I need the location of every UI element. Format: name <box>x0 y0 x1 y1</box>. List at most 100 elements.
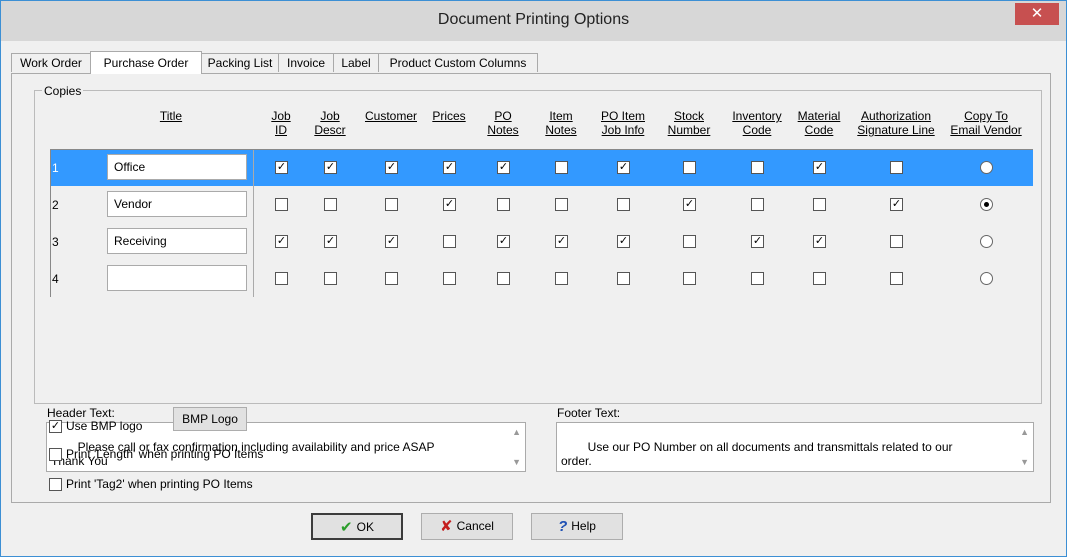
column-checkbox[interactable]: ✓ <box>751 235 764 248</box>
column-checkbox[interactable]: ✓ <box>275 161 288 174</box>
col-header-title: Title <box>159 109 183 123</box>
column-checkbox[interactable] <box>275 272 288 285</box>
tab-invoice[interactable]: Invoice <box>278 53 334 72</box>
column-checkbox[interactable] <box>497 198 510 211</box>
copy-title-input[interactable]: Office <box>107 154 247 180</box>
use-bmp-logo-label: Use BMP logo <box>66 419 143 433</box>
column-checkbox[interactable] <box>890 161 903 174</box>
column-checkbox[interactable] <box>443 235 456 248</box>
print-tag2-checkbox[interactable] <box>49 478 62 492</box>
row-number: 1 <box>52 161 59 175</box>
ok-button[interactable]: ✔ OK <box>311 513 403 540</box>
column-checkbox[interactable]: ✓ <box>324 161 337 174</box>
column-checkbox[interactable]: ✓ <box>443 198 456 211</box>
column-checkbox[interactable] <box>275 198 288 211</box>
scroll-down-icon[interactable]: ▼ <box>512 455 521 469</box>
help-button[interactable]: ? Help <box>531 513 623 540</box>
print-tag2-option[interactable]: Print 'Tag2' when printing PO Items <box>49 477 253 492</box>
column-checkbox[interactable]: ✓ <box>555 235 568 248</box>
column-checkbox[interactable]: ✓ <box>617 235 630 248</box>
column-checkbox[interactable]: ✓ <box>275 235 288 248</box>
column-checkbox[interactable] <box>890 272 903 285</box>
copy-row[interactable]: 3 Receiving ✓ ✓ ✓ ✓ ✓ ✓ ✓ ✓ <box>50 223 1033 260</box>
column-checkbox[interactable] <box>443 272 456 285</box>
column-checkbox[interactable] <box>617 272 630 285</box>
bmp-logo-button[interactable]: BMP Logo <box>173 407 247 431</box>
print-length-option[interactable]: Print 'Length' when printing PO Items <box>49 447 263 462</box>
footer-text-area[interactable]: Use our PO Number on all documents and t… <box>556 422 1034 472</box>
col-header: Authorization Signature Line <box>846 109 946 137</box>
column-checkbox[interactable]: ✓ <box>497 161 510 174</box>
copy-row[interactable]: 1 Office ✓ ✓ ✓ ✓ ✓ ✓ ✓ <box>50 149 1033 186</box>
col-header-line1: Authorization <box>860 109 932 123</box>
title-bar[interactable]: Document Printing Options ✕ <box>1 1 1066 41</box>
copy-title-input[interactable] <box>107 265 247 291</box>
copies-group-label: Copies <box>42 84 84 98</box>
column-checkbox[interactable]: ✓ <box>385 235 398 248</box>
column-checkbox[interactable] <box>890 235 903 248</box>
scroll-up-icon[interactable]: ▲ <box>1020 425 1029 439</box>
grid-border-left <box>50 149 51 297</box>
tab-purchase-order[interactable]: Purchase Order <box>90 51 202 74</box>
use-bmp-logo-option[interactable]: ✓ Use BMP logo <box>49 419 143 434</box>
use-bmp-logo-checkbox[interactable]: ✓ <box>49 420 62 434</box>
scroll-down-icon[interactable]: ▼ <box>1020 455 1029 469</box>
email-vendor-radio[interactable] <box>980 198 993 211</box>
grid-border-top <box>50 149 1033 150</box>
column-checkbox[interactable] <box>385 198 398 211</box>
copy-row[interactable]: 2 Vendor ✓ ✓ ✓ <box>50 186 1033 223</box>
question-mark-icon: ? <box>558 518 568 535</box>
email-vendor-radio[interactable] <box>980 235 993 248</box>
column-checkbox[interactable] <box>324 272 337 285</box>
dialog-window: Document Printing Options ✕ Work Order Pu… <box>0 0 1067 557</box>
copy-title-input[interactable]: Receiving <box>107 228 247 254</box>
print-tag2-label: Print 'Tag2' when printing PO Items <box>66 477 253 491</box>
row-divider <box>253 260 254 297</box>
copy-title-input[interactable]: Vendor <box>107 191 247 217</box>
col-header-line2: Email Vendor <box>950 123 1022 137</box>
row-divider <box>253 223 254 260</box>
column-checkbox[interactable] <box>751 161 764 174</box>
column-checkbox[interactable] <box>617 198 630 211</box>
column-checkbox[interactable] <box>497 272 510 285</box>
tab-label[interactable]: Label <box>333 53 379 72</box>
column-checkbox[interactable]: ✓ <box>683 198 696 211</box>
footer-text-value: Use our PO Number on all documents and t… <box>561 440 953 468</box>
column-checkbox[interactable] <box>555 272 568 285</box>
cancel-button[interactable]: ✘ Cancel <box>421 513 513 540</box>
column-checkbox[interactable] <box>683 272 696 285</box>
header-text-label: Header Text: <box>47 406 115 420</box>
col-header-line2: Signature Line <box>857 123 935 137</box>
column-checkbox[interactable]: ✓ <box>443 161 456 174</box>
scroll-up-icon[interactable]: ▲ <box>512 425 521 439</box>
column-checkbox[interactable] <box>751 198 764 211</box>
column-checkbox[interactable] <box>555 198 568 211</box>
email-vendor-radio[interactable] <box>980 161 993 174</box>
close-icon: ✕ <box>1030 5 1044 22</box>
column-checkbox[interactable]: ✓ <box>324 235 337 248</box>
column-checkbox[interactable]: ✓ <box>497 235 510 248</box>
window-title: Document Printing Options <box>437 11 630 28</box>
email-vendor-radio[interactable] <box>980 272 993 285</box>
close-button[interactable]: ✕ <box>1015 3 1059 25</box>
tab-work-order[interactable]: Work Order <box>11 53 91 72</box>
footer-text-label: Footer Text: <box>557 406 621 420</box>
row-divider <box>253 149 254 186</box>
column-checkbox[interactable] <box>683 161 696 174</box>
column-checkbox[interactable] <box>555 161 568 174</box>
column-checkbox[interactable]: ✓ <box>617 161 630 174</box>
tab-packing-list[interactable]: Packing List <box>201 53 279 72</box>
column-checkbox[interactable] <box>813 198 826 211</box>
copy-row[interactable]: 4 <box>50 260 1033 297</box>
column-checkbox[interactable]: ✓ <box>813 161 826 174</box>
column-checkbox[interactable] <box>751 272 764 285</box>
column-checkbox[interactable] <box>385 272 398 285</box>
column-checkbox[interactable] <box>324 198 337 211</box>
column-checkbox[interactable] <box>813 272 826 285</box>
print-length-checkbox[interactable] <box>49 448 62 462</box>
column-checkbox[interactable] <box>683 235 696 248</box>
tab-product-custom-columns[interactable]: Product Custom Columns <box>378 53 538 72</box>
column-checkbox[interactable]: ✓ <box>385 161 398 174</box>
column-checkbox[interactable]: ✓ <box>813 235 826 248</box>
column-checkbox[interactable]: ✓ <box>890 198 903 211</box>
